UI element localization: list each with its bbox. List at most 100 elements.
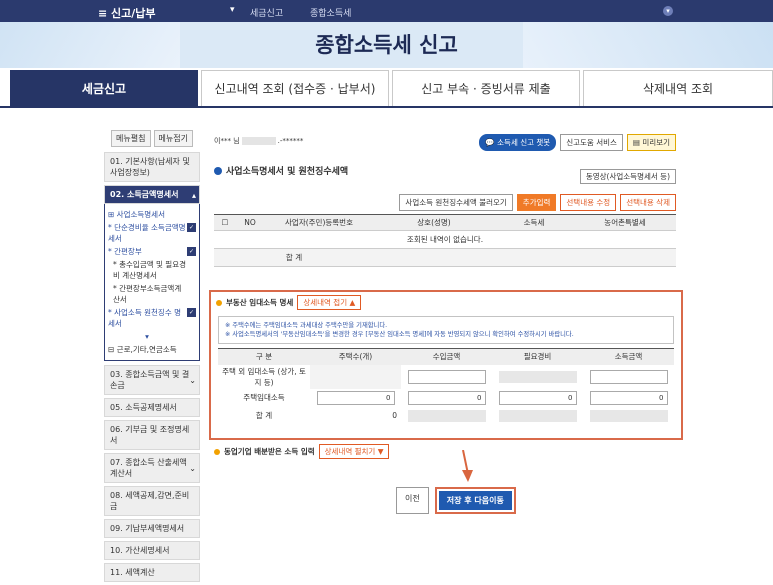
chevron-down-icon[interactable]: ▾ xyxy=(663,6,673,16)
step-07[interactable]: 07. 종합소득 산출세액계산서 ⌄ xyxy=(104,453,200,483)
sub-simple-expense[interactable]: * 단순경비율 소득금액명세서 ✓ xyxy=(108,222,196,244)
tab-tax-filing[interactable]: 세금신고 xyxy=(10,70,198,106)
sub-income-expense[interactable]: * 총수입금액 및 필요경비 계산명세서 xyxy=(108,259,196,281)
step-02-label: 02. 소득금액명세서 xyxy=(110,190,179,199)
sub-simple-book-label: * 간편장부 xyxy=(108,247,142,256)
tab-bar: 세금신고 신고내역 조회 (접수증 · 납부서) 신고 부속 · 증빙서류 제출… xyxy=(10,70,773,106)
step-11[interactable]: 11. 세액계산 xyxy=(104,563,200,582)
col-expense: 필요경비 xyxy=(492,348,583,365)
checkbox-icon: ✓ xyxy=(187,223,196,232)
prev-button[interactable]: 이전 xyxy=(396,487,429,514)
select-all-checkbox[interactable]: ☐ xyxy=(214,214,236,231)
step-05[interactable]: 05. 소득공제명세서 xyxy=(104,398,200,417)
step-02[interactable]: 02. 소득금액명세서 ▴ xyxy=(104,185,200,204)
rental-table: 구 분 주택수(개) 수입금액 필요경비 소득금액 주택 외 임대소득 (상가,… xyxy=(218,348,674,425)
edit-selected-button[interactable]: 선택내용 수정 xyxy=(560,194,617,211)
tab-attachments[interactable]: 신고 부속 · 증빙서류 제출 xyxy=(392,70,580,106)
menu-title[interactable]: ≡ 신고/납부 xyxy=(98,5,156,21)
col-category: 구 분 xyxy=(218,348,310,365)
notice-2: ※ 사업소득명세서의 '부동산임대소득'을 변경한 경우 [부동산 임대소득 명… xyxy=(225,331,574,338)
step-03[interactable]: 03. 종합소득금액 및 결손금 ⌄ xyxy=(104,365,200,395)
total-house-count: 0 xyxy=(392,411,397,420)
step-01[interactable]: 01. 기본사항(납세자 및 사업장정보) xyxy=(104,152,200,182)
col-name: 상호(성명) xyxy=(374,214,494,231)
user-name-suffix: .-****** xyxy=(277,137,304,145)
sub-withholding[interactable]: * 사업소득 원천징수 명세서 ✓ xyxy=(108,307,196,329)
total-revenue xyxy=(407,409,486,422)
step-06[interactable]: 06. 기부금 및 조정명세서 xyxy=(104,420,200,450)
sub-business-income[interactable]: ⊞ 사업소득명세서 xyxy=(108,209,196,220)
collapse-details-button[interactable]: 상세내역 접기 ▲ xyxy=(297,295,362,310)
chevron-down-icon: ⌄ xyxy=(189,464,196,473)
col-income-tax: 소득세 xyxy=(494,214,574,231)
preview-button[interactable]: ▤ 미리보기 xyxy=(626,134,676,151)
user-name: 이*** 님 .-****** xyxy=(214,136,303,146)
expand-menu-button[interactable]: 메뉴펼침 xyxy=(111,130,151,147)
sub-other-income[interactable]: ⊟ 근로,기타,연금소득 xyxy=(108,344,196,355)
panel-title: 부동산 임대소득 명세 상세내역 접기 ▲ xyxy=(216,295,362,310)
income-input-2[interactable]: 0 xyxy=(589,390,668,405)
help-service-button[interactable]: 신고도움 서비스 xyxy=(560,134,623,151)
step-07-label: 07. 종합소득 산출세액계산서 xyxy=(110,458,187,478)
collapse-menu-button[interactable]: 메뉴접기 xyxy=(153,130,193,147)
step-03-label: 03. 종합소득금액 및 결손금 xyxy=(110,370,190,390)
dropdown-arrow-icon[interactable]: ▾ xyxy=(230,5,235,15)
notice-box: ※ 주택수에는 주택임대소득 과세대상 주택수만을 기재합니다. ※ 사업소득명… xyxy=(218,316,674,344)
rental-income-panel: 부동산 임대소득 명세 상세내역 접기 ▲ ※ 주택수에는 주택임대소득 과세대상… xyxy=(209,290,683,440)
user-name-prefix: 이*** 님 xyxy=(214,137,240,145)
masked-id xyxy=(241,137,276,145)
menu-label: 신고/납부 xyxy=(111,7,156,20)
chatbot-label: 소득세 신고 챗봇 xyxy=(497,138,551,147)
add-input-button[interactable]: 추가입력 xyxy=(516,194,557,211)
house-count-input[interactable]: 0 xyxy=(316,390,395,405)
breadcrumb-2[interactable]: 종합소득세 xyxy=(310,6,351,19)
col-no: NO xyxy=(236,214,264,231)
breadcrumb-1[interactable]: 세금신고 xyxy=(250,6,283,19)
chevron-down-icon[interactable]: ▾ xyxy=(108,331,196,342)
top-nav-bar: ≡ 신고/납부 ▾ 세금신고 종합소득세 ▾ xyxy=(0,0,773,22)
save-next-label: 저장 후 다음이동 xyxy=(438,491,512,510)
col-house-count: 주택수(개) xyxy=(310,348,401,365)
step-02-submenu: ⊞ 사업소득명세서 * 단순경비율 소득금액명세서 ✓ * 간편장부 ✓ * 총수입… xyxy=(104,204,200,361)
col-income: 소득금액 xyxy=(583,348,674,365)
empty-message: 조회된 내역이 없습니다. xyxy=(406,235,484,244)
partnership-section: 동업기업 배분받은 소득 입력 상세내역 펼치기 ▼ xyxy=(214,444,390,459)
tab-deleted-history[interactable]: 삭제내역 조회 xyxy=(583,70,773,106)
page-title: 종합소득세 신고 xyxy=(315,33,458,57)
sum-label: 합 계 xyxy=(214,248,374,267)
load-withholding-button[interactable]: 사업소득 원천징수세액 불러오기 xyxy=(399,194,513,211)
total-expense xyxy=(498,409,577,422)
sub-simple-book[interactable]: * 간편장부 ✓ xyxy=(108,246,196,257)
revenue-input-2[interactable]: 0 xyxy=(407,390,486,405)
tab-divider xyxy=(0,106,773,108)
step-10[interactable]: 10. 가산세명세서 xyxy=(104,541,200,560)
total-income xyxy=(589,409,668,422)
col-revenue: 수입금액 xyxy=(401,348,492,365)
expand-details-button[interactable]: 상세내역 펼치기 ▼ xyxy=(318,444,390,459)
section-title-text: 사업소득명세서 및 원천징수세액 xyxy=(226,167,349,177)
page-header: 종합소득세 신고 xyxy=(0,22,773,68)
delete-selected-button[interactable]: 선택내용 삭제 xyxy=(620,194,676,211)
tab-filing-history[interactable]: 신고내역 조회 (접수증 · 납부서) xyxy=(201,70,389,106)
bullet-icon xyxy=(216,300,222,306)
save-next-button[interactable]: 저장 후 다음이동 xyxy=(434,487,516,514)
sub-book-calc[interactable]: * 간편장부소득금액계산서 xyxy=(108,283,196,305)
sub-withholding-label: * 사업소득 원천징수 명세서 xyxy=(108,308,182,328)
notice-1: ※ 주택수에는 주택임대소득 과세대상 주택수만을 기재합니다. xyxy=(225,322,388,329)
chatbot-button[interactable]: 💬 소득세 신고 챗봇 xyxy=(479,134,557,151)
checkbox-icon: ✓ xyxy=(187,308,196,317)
preview-label: 미리보기 xyxy=(642,138,670,147)
revenue-input-1[interactable] xyxy=(407,369,486,384)
expense-input-2[interactable]: 0 xyxy=(498,390,577,405)
arrow-down-icon xyxy=(462,450,473,482)
partnership-title: 동업기업 배분받은 소득 입력 xyxy=(224,447,315,456)
col-reg-no: 사업자(주민)등록번호 xyxy=(264,214,374,231)
checkbox-icon: ✓ xyxy=(187,247,196,256)
step-09[interactable]: 09. 기납부세액명세서 xyxy=(104,519,200,538)
section-title: 사업소득명세서 및 원천징수세액 xyxy=(214,164,348,177)
income-input-1[interactable] xyxy=(589,369,668,384)
step-08[interactable]: 08. 세액공제,감면,준비금 xyxy=(104,486,200,516)
sub-simple-expense-label: * 단순경비율 소득금액명세서 xyxy=(108,223,186,243)
col-rural-tax: 농어촌특별세 xyxy=(574,214,676,231)
video-button[interactable]: 동영상(사업소득명세서 등) xyxy=(579,169,676,184)
